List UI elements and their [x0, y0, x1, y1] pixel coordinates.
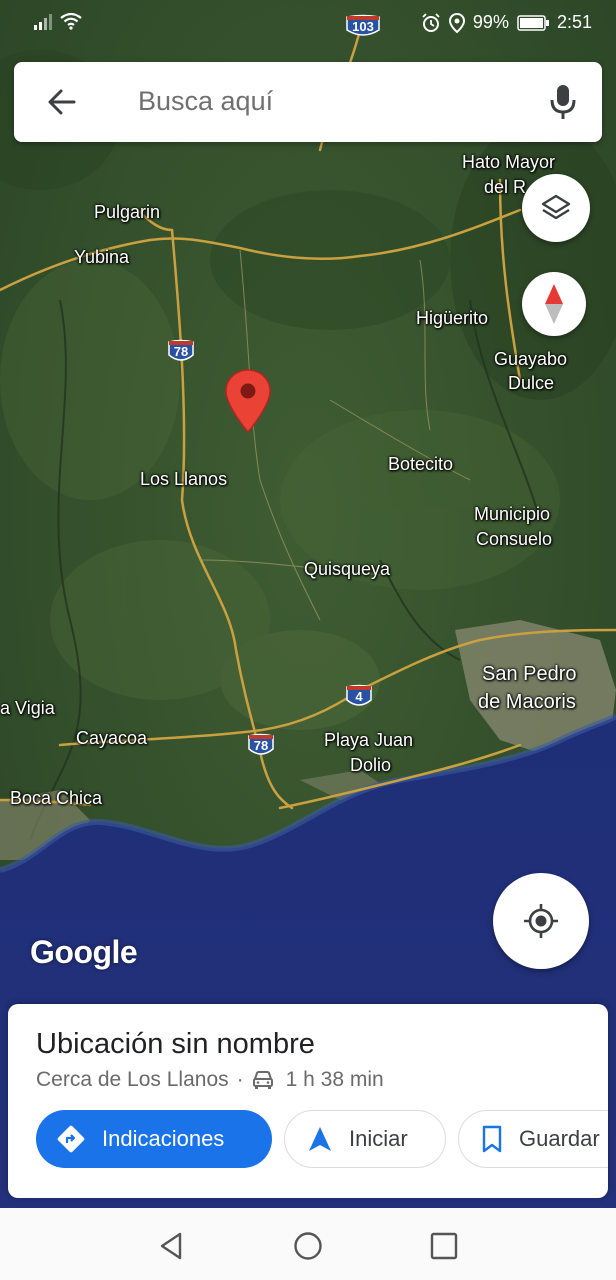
place-label[interactable]: Dulce — [508, 372, 554, 394]
place-label[interactable]: San Pedro — [482, 663, 577, 685]
google-logo: Google — [30, 934, 138, 970]
place-label[interactable]: Playa Juan — [324, 729, 413, 751]
directions-button[interactable]: Indicaciones — [36, 1110, 272, 1168]
start-label: Iniciar — [349, 1126, 408, 1151]
my-location-button[interactable] — [493, 873, 589, 969]
location-icon — [448, 12, 465, 33]
status-bar: 99% 2:51 — [0, 0, 616, 48]
start-button[interactable]: Iniciar — [284, 1110, 446, 1168]
place-label[interactable]: Pulgarin — [94, 201, 160, 223]
microphone-icon[interactable] — [548, 82, 578, 122]
layers-icon — [541, 194, 571, 220]
highway-shield: 4 — [346, 684, 372, 708]
signal-icon — [34, 14, 52, 30]
back-arrow-icon[interactable] — [44, 84, 80, 120]
separator: · — [236, 1068, 244, 1091]
place-label[interactable]: Hato Mayor — [462, 151, 555, 173]
save-label: Guardar — [519, 1126, 600, 1151]
battery-percent: 99% — [472, 12, 509, 32]
place-label[interactable]: Dolio — [350, 754, 391, 776]
near-label: Cerca de Los Llanos — [36, 1068, 229, 1091]
directions-icon — [57, 1125, 85, 1153]
navigation-arrow-icon — [309, 1127, 331, 1151]
place-label[interactable]: Quisqueya — [304, 558, 390, 580]
wifi-icon — [60, 12, 82, 30]
highway-shield: 78 — [248, 733, 274, 757]
place-label[interactable]: Los Llanos — [140, 468, 227, 490]
compass-button[interactable] — [522, 272, 586, 336]
search-input[interactable]: Busca aquí — [138, 86, 273, 117]
place-label[interactable]: de Macoris — [478, 691, 576, 713]
place-label[interactable]: Consuelo — [476, 528, 552, 550]
place-label[interactable]: Higüerito — [416, 307, 488, 329]
back-nav-icon[interactable] — [154, 1228, 190, 1264]
place-subtitle: Cerca de Los Llanos · 1 h 38 min — [36, 1068, 384, 1092]
alarm-icon — [422, 12, 440, 32]
system-nav-bar — [0, 1208, 616, 1280]
place-title: Ubicación sin nombre — [36, 1028, 315, 1060]
car-icon — [252, 1071, 273, 1089]
place-label[interactable]: Cayacoa — [76, 727, 147, 749]
place-label[interactable]: Yubina — [74, 246, 129, 268]
place-label[interactable]: Guayabo — [494, 348, 567, 370]
place-label[interactable]: Boca Chica — [10, 787, 102, 809]
place-label[interactable]: del R — [484, 176, 526, 198]
layers-button[interactable] — [522, 174, 590, 242]
place-label[interactable]: a Vigia — [0, 697, 55, 719]
save-button[interactable]: Guardar — [458, 1110, 608, 1168]
home-nav-icon[interactable] — [290, 1228, 326, 1264]
place-label[interactable]: Municipio — [474, 503, 550, 525]
recents-nav-icon[interactable] — [426, 1228, 462, 1264]
clock: 2:51 — [556, 12, 592, 32]
drive-duration: 1 h 38 min — [285, 1068, 384, 1091]
battery-icon — [517, 14, 549, 31]
location-pin-icon[interactable] — [224, 368, 272, 434]
place-card[interactable]: Ubicación sin nombre Cerca de Los Llanos… — [8, 1004, 608, 1198]
search-bar[interactable]: Busca aquí — [14, 62, 602, 142]
compass-icon — [545, 284, 563, 324]
bookmark-icon — [482, 1125, 502, 1153]
directions-label: Indicaciones — [102, 1126, 225, 1151]
crosshair-icon — [524, 904, 558, 938]
place-label[interactable]: Botecito — [388, 453, 453, 475]
highway-shield: 78 — [168, 339, 194, 363]
